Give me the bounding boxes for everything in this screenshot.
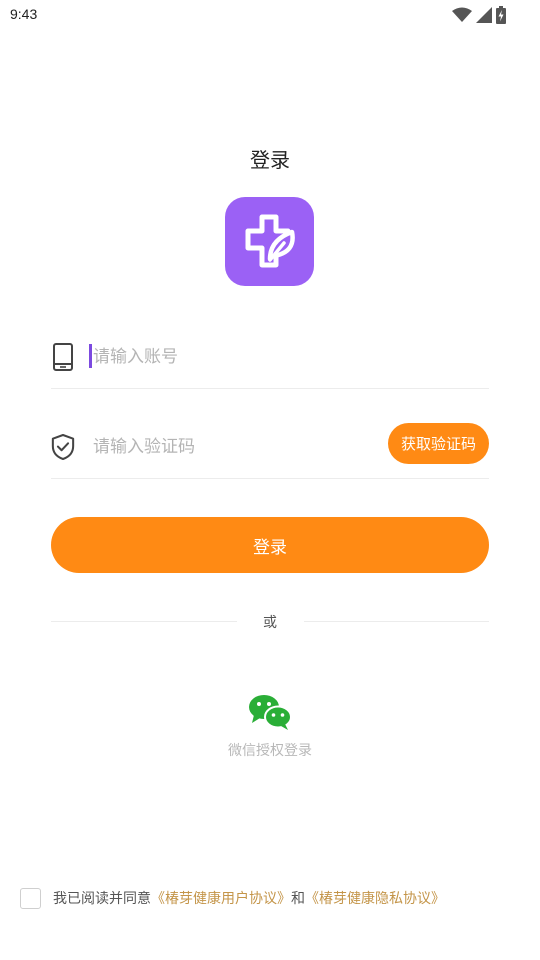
login-button[interactable]: 登录 xyxy=(51,517,489,573)
signal-icon xyxy=(476,7,492,23)
account-field-row xyxy=(51,328,489,389)
battery-icon xyxy=(496,6,506,24)
verification-code-input[interactable] xyxy=(89,432,373,462)
status-icons xyxy=(452,6,506,24)
agreement-prefix: 我已阅读并同意 xyxy=(53,891,151,907)
app-logo xyxy=(225,197,314,286)
divider-right xyxy=(304,621,489,622)
privacy-agreement-link[interactable]: 《椿芽健康隐私协议》 xyxy=(305,888,445,908)
login-screen: 9:43 登录 请输入账号 请输入验证码 获取验证码 登录 或 微信授权登录 我… xyxy=(0,0,540,960)
account-input[interactable] xyxy=(89,342,373,372)
medical-cross-leaf-icon xyxy=(245,214,295,267)
wifi-icon xyxy=(452,7,472,23)
divider-text: 或 xyxy=(263,615,277,631)
agreement-checkbox[interactable] xyxy=(20,887,41,909)
status-time: 9:43 xyxy=(10,6,38,22)
shield-check-icon xyxy=(51,432,75,462)
user-agreement-link[interactable]: 《椿芽健康用户协议》 xyxy=(151,888,291,908)
wechat-login-label: 微信授权登录 xyxy=(228,743,312,759)
wechat-login-button[interactable]: 微信授权登录 xyxy=(220,693,320,765)
phone-icon xyxy=(51,342,75,372)
page-title: 登录 xyxy=(250,148,290,172)
agreement-conjunction: 和 xyxy=(291,891,305,907)
code-field-row: 获取验证码 xyxy=(51,418,489,479)
divider-left xyxy=(51,621,237,622)
agreement-row: 我已阅读并同意 《椿芽健康用户协议》 和 《椿芽健康隐私协议》 xyxy=(20,886,520,910)
status-bar: 9:43 xyxy=(0,0,540,30)
get-code-button[interactable]: 获取验证码 xyxy=(388,423,489,464)
wechat-icon xyxy=(248,693,292,731)
